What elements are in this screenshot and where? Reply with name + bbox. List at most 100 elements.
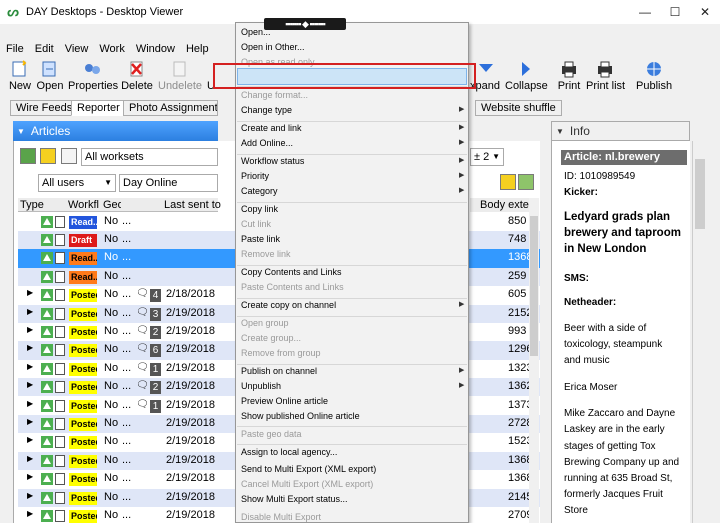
menu-item-label: Remove link (241, 249, 291, 259)
col-geo[interactable]: Geo (103, 198, 121, 212)
expand-row-icon[interactable]: ▶ (27, 491, 33, 500)
col-last-sent[interactable]: Last sent to (164, 198, 221, 212)
col-workflow[interactable]: Workfl (68, 198, 100, 212)
document-icon (55, 252, 65, 265)
count-badge: 1 (150, 399, 161, 413)
refresh-icon[interactable] (500, 174, 516, 190)
menu-item-open-in-other[interactable]: Open in Other... (241, 42, 305, 52)
headline-line-3: in New London (564, 243, 647, 255)
open-button[interactable]: Open (36, 58, 64, 92)
articles-scrollbar[interactable] (529, 198, 539, 523)
collapse-panel-icon[interactable]: ▼ (17, 127, 25, 136)
export-icon[interactable] (518, 174, 534, 190)
print-button[interactable]: Print (556, 58, 582, 92)
delete-button[interactable]: Delete (121, 58, 153, 92)
submenu-arrow-icon: ▶ (459, 172, 465, 179)
body-line-2: Laskey are in the early (564, 424, 665, 435)
scroll-thumb[interactable] (530, 216, 538, 356)
menu-item-create-and-link[interactable]: Create and link ▶ (241, 123, 464, 133)
menu-item-unpublish[interactable]: Unpublish ▶ (241, 381, 464, 391)
last-sent-cell: 2/19/2018 (166, 472, 215, 485)
expand-row-icon[interactable]: ▶ (27, 288, 33, 297)
articles-title: Articles (30, 124, 71, 138)
article-type-icon (41, 289, 53, 302)
menu-item-label: Unpublish (241, 381, 282, 391)
document-icon (55, 381, 65, 394)
geo-cell: No (104, 435, 119, 448)
menu-item-disable-multi-export: Disable Multi Export (241, 512, 321, 522)
menu-item-copy-link[interactable]: Copy link (241, 204, 278, 214)
maximize-button[interactable]: ☐ (660, 0, 690, 24)
undelete-button[interactable]: Undelete (158, 58, 202, 92)
expand-row-icon[interactable]: ▶ (27, 325, 33, 334)
print-list-icon (595, 60, 615, 78)
menu-item-show-multi-export-status[interactable]: Show Multi Export status... (241, 494, 348, 504)
open-icon (40, 60, 60, 78)
expand-row-icon[interactable]: ▶ (27, 399, 33, 408)
menu-file[interactable]: File (6, 43, 24, 55)
menu-help[interactable]: Help (186, 43, 209, 55)
expand-row-icon[interactable]: ▶ (27, 380, 33, 389)
range-select[interactable]: ± 2 ▼ (470, 148, 504, 166)
expand-row-icon[interactable]: ▶ (27, 417, 33, 426)
properties-button[interactable]: Properties (68, 58, 118, 92)
print-list-button[interactable]: Print list (586, 58, 625, 92)
close-button[interactable]: ✕ (690, 0, 720, 24)
expand-row-icon[interactable]: ▶ (27, 472, 33, 481)
expand-row-icon[interactable]: ▶ (27, 454, 33, 463)
menu-item-copy-contents-and-links[interactable]: Copy Contents and Links (241, 267, 342, 277)
menu-item-show-published-online-article[interactable]: Show published Online article (241, 411, 360, 421)
menu-item-paste-link[interactable]: Paste link (241, 234, 280, 244)
tab-reporter[interactable]: Reporter (71, 100, 126, 116)
publish-button[interactable]: Publish (636, 58, 672, 92)
menu-item-send-to-multi-export-xml-export[interactable]: Send to Multi Export (XML export) (241, 464, 376, 474)
menu-item-remove-from-group: Remove from group (241, 348, 321, 358)
filter-blank-icon[interactable] (61, 148, 77, 164)
menu-item-create-copy-on-channel[interactable]: Create copy on channel ▶ (241, 300, 464, 310)
tab-photo-assignments[interactable]: Photo Assignments (123, 100, 218, 116)
scroll-thumb[interactable] (695, 159, 705, 229)
minimize-button[interactable]: — (630, 0, 660, 24)
menu-item-change-type[interactable]: Change type ▶ (241, 105, 464, 115)
collapse-button[interactable]: Collapse (505, 58, 548, 92)
menu-item-label: Create copy on channel (241, 300, 337, 310)
filter-star-icon[interactable] (40, 148, 56, 164)
menu-drag-handle[interactable]: ▪▪▪▪▪▪▪ ◆ ▪▪▪▪▪▪▪ (264, 18, 346, 30)
sms-label: SMS: (564, 273, 589, 284)
workset-select[interactable]: All worksets (81, 148, 218, 166)
menu-view[interactable]: View (65, 43, 89, 55)
filter-green-icon[interactable] (20, 148, 36, 164)
menu-item-category[interactable]: Category ▶ (241, 186, 464, 196)
expand-row-icon[interactable]: ▶ (27, 343, 33, 352)
tab-website-shuffle[interactable]: Website shuffle (475, 100, 562, 116)
menu-window[interactable]: Window (136, 43, 175, 55)
menu-item-add-online[interactable]: Add Online... ▶ (241, 138, 464, 148)
col-body-extent[interactable]: Body exten (470, 198, 536, 212)
expand-row-icon[interactable]: ▶ (27, 509, 33, 518)
tab-wire-feeds[interactable]: Wire Feeds (10, 100, 79, 116)
menu-item-priority[interactable]: Priority ▶ (241, 171, 464, 181)
menu-item-publish-on-channel[interactable]: Publish on channel ▶ (241, 366, 464, 376)
menu-separator (237, 364, 467, 365)
col-type[interactable]: Type (20, 198, 44, 212)
menu-item-assign-to-local-agency[interactable]: Assign to local agency... (241, 447, 337, 457)
menu-item-preview-online-article[interactable]: Preview Online article (241, 396, 328, 406)
channel-select[interactable]: Day Online (119, 174, 218, 192)
status-badge: Posted (69, 362, 97, 376)
expand-row-icon[interactable]: ▶ (27, 362, 33, 371)
expand-row-icon[interactable]: ▶ (27, 307, 33, 316)
menu-item-paste-geo-data: Paste geo data (241, 429, 302, 439)
info-scrollbar[interactable] (692, 141, 706, 523)
menu-item-open-group: Open group (241, 318, 289, 328)
collapse-panel-icon[interactable]: ▼ (556, 127, 564, 136)
new-button[interactable]: New (8, 58, 32, 92)
menu-edit[interactable]: Edit (35, 43, 54, 55)
users-select[interactable]: All users ▼ (38, 174, 116, 192)
document-icon (55, 436, 65, 449)
info-title: Info (569, 124, 590, 138)
menu-work[interactable]: Work (99, 43, 124, 55)
menu-item-label: Assign to local agency... (241, 447, 338, 457)
menu-item-workflow-status[interactable]: Workflow status ▶ (241, 156, 464, 166)
window-title: DAY Desktops - Desktop Viewer (26, 6, 184, 18)
expand-row-icon[interactable]: ▶ (27, 435, 33, 444)
